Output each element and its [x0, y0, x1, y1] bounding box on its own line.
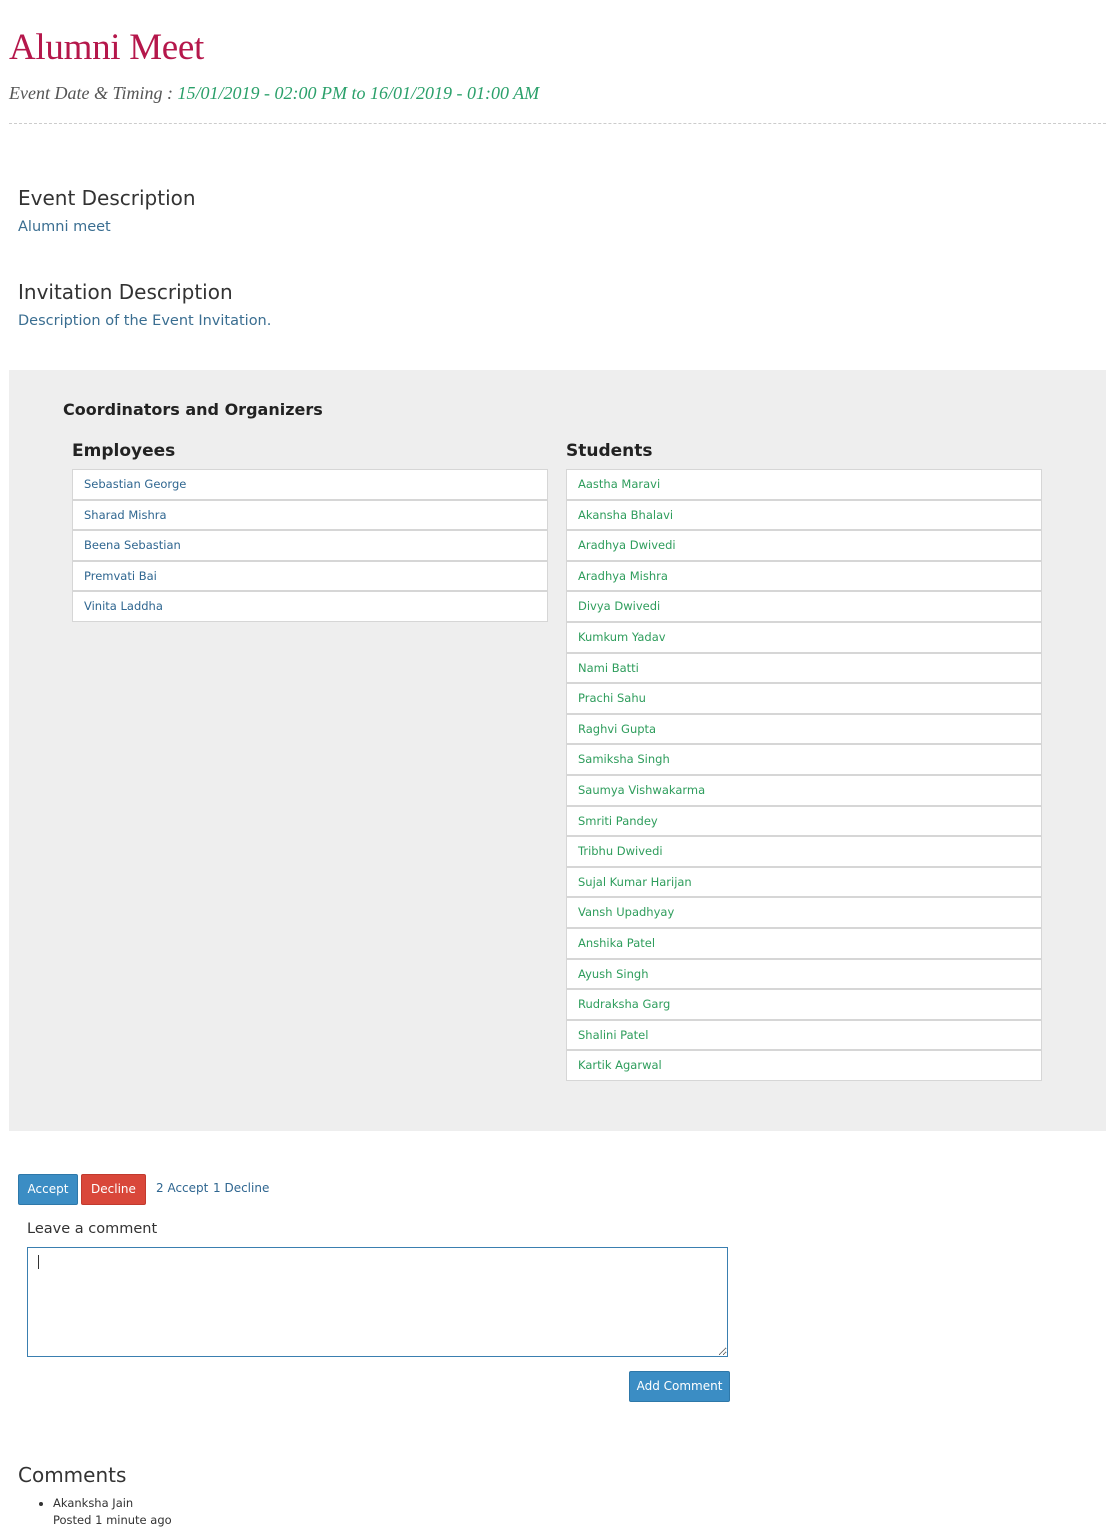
student-list-item[interactable]: Saumya Vishwakarma	[566, 774, 1042, 806]
comment-textarea[interactable]	[27, 1247, 728, 1357]
student-list-item[interactable]: Ayush Singh	[566, 958, 1042, 990]
comment-timestamp: Posted 1 minute ago	[53, 1513, 172, 1527]
event-description-text: Alumni meet	[18, 219, 111, 235]
text-cursor	[38, 1255, 39, 1269]
student-list-item[interactable]: Akansha Bhalavi	[566, 499, 1042, 531]
student-list-item[interactable]: Smriti Pandey	[566, 805, 1042, 837]
employee-list-item[interactable]: Sebastian George	[72, 469, 548, 500]
add-comment-button[interactable]: Add Comment	[629, 1371, 730, 1402]
title-divider	[9, 123, 1106, 124]
employee-list-item[interactable]: Sharad Mishra	[72, 499, 548, 531]
employee-list-item[interactable]: Premvati Bai	[72, 560, 548, 592]
comments-heading: Comments	[18, 1463, 127, 1487]
accept-button[interactable]: Accept	[18, 1174, 78, 1205]
student-list-item[interactable]: Rudraksha Garg	[566, 989, 1042, 1020]
event-timing-label: Event Date & Timing :	[9, 83, 178, 103]
comment-label: Leave a comment	[27, 1221, 158, 1237]
student-list-item[interactable]: Aradhya Mishra	[566, 560, 1042, 592]
employees-heading: Employees	[72, 441, 176, 461]
students-heading: Students	[566, 441, 653, 461]
student-list-item[interactable]: Prachi Sahu	[566, 683, 1042, 714]
student-list-item[interactable]: Samiksha Singh	[566, 744, 1042, 775]
student-list-item[interactable]: Aradhya Dwivedi	[566, 530, 1042, 561]
employees-list: Sebastian George Sharad Mishra Beena Sebas…	[72, 469, 548, 622]
event-description-heading: Event Description	[18, 186, 196, 210]
coordinators-title: Coordinators and Organizers	[63, 400, 323, 419]
student-list-item[interactable]: Shalini Patel	[566, 1019, 1042, 1051]
event-timing: Event Date & Timing : 15/01/2019 - 02:00…	[9, 83, 539, 104]
student-list-item[interactable]: Tribhu Dwivedi	[566, 836, 1042, 867]
decline-button[interactable]: Decline	[81, 1174, 146, 1205]
comment-author: Akanksha Jain	[53, 1496, 134, 1510]
students-list: Aastha Maravi Akansha Bhalavi Aradhya Dwiv…	[566, 469, 1042, 1081]
student-list-item[interactable]: Nami Batti	[566, 652, 1042, 684]
invitation-description-heading: Invitation Description	[18, 280, 233, 304]
coordinators-panel: Coordinators and Organizers Employees Se…	[9, 370, 1106, 1131]
accept-count-link[interactable]: 2 Accept	[156, 1181, 208, 1195]
comment-item: Akanksha Jain Posted 1 minute ago	[53, 1495, 172, 1529]
employee-list-item[interactable]: Vinita Laddha	[72, 591, 548, 622]
student-list-item[interactable]: Divya Dwivedi	[566, 591, 1042, 622]
event-timing-value: 15/01/2019 - 02:00 PM to 16/01/2019 - 01…	[177, 83, 540, 103]
student-list-item[interactable]: Raghvi Gupta	[566, 713, 1042, 745]
employee-list-item[interactable]: Beena Sebastian	[72, 530, 548, 561]
student-list-item[interactable]: Sujal Kumar Harijan	[566, 866, 1042, 898]
comments-list: Akanksha Jain Posted 1 minute ago	[35, 1495, 172, 1529]
decline-count-link[interactable]: 1 Decline	[213, 1181, 269, 1195]
student-list-item[interactable]: Vansh Upadhyay	[566, 897, 1042, 928]
student-list-item[interactable]: Aastha Maravi	[566, 469, 1042, 500]
student-list-item[interactable]: Kartik Agarwal	[566, 1050, 1042, 1081]
student-list-item[interactable]: Kumkum Yadav	[566, 621, 1042, 653]
event-title: Alumni Meet	[9, 27, 205, 68]
invitation-description-text: Description of the Event Invitation.	[18, 313, 272, 329]
student-list-item[interactable]: Anshika Patel	[566, 927, 1042, 959]
